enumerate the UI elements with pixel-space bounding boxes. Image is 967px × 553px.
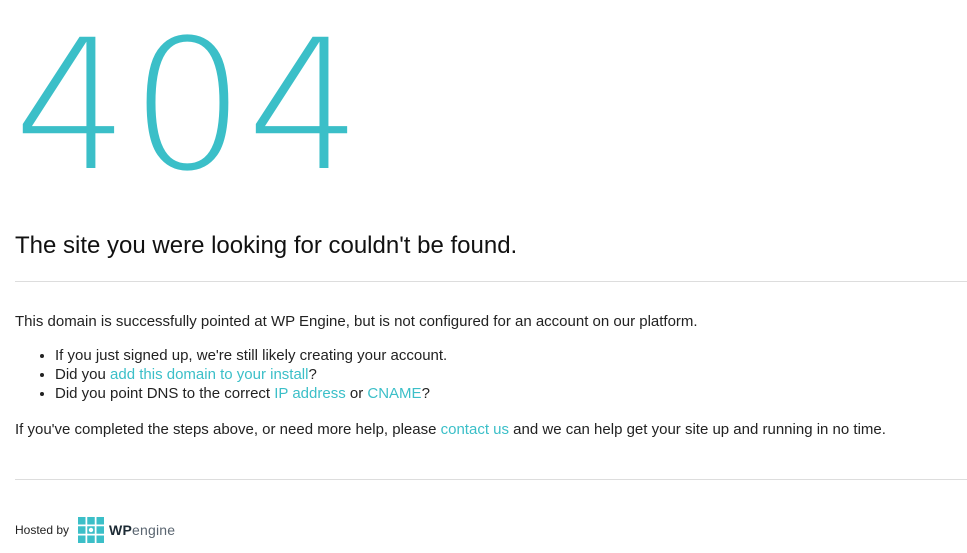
list-item: Did you add this domain to your install? xyxy=(55,365,447,384)
intro-text: This domain is successfully pointed at W… xyxy=(15,313,698,330)
list-item-text: ? xyxy=(421,385,430,402)
wpengine-grid-icon xyxy=(78,517,105,543)
troubleshooting-list: If you just signed up, we're still likel… xyxy=(15,346,447,403)
outro-text-before: If you've completed the steps above, or … xyxy=(15,421,441,438)
list-item-text: Did you point DNS to the correct xyxy=(55,385,275,402)
list-item-text: Did you xyxy=(55,366,111,383)
cname-link[interactable]: CNAME xyxy=(367,385,421,402)
contact-us-link[interactable]: contact us xyxy=(441,421,509,438)
ip-address-link[interactable]: IP address xyxy=(274,385,345,402)
wpengine-wordmark: WPengine xyxy=(109,522,175,538)
list-item: If you just signed up, we're still likel… xyxy=(55,346,447,365)
error-headline: The site you were looking for couldn't b… xyxy=(15,232,518,259)
add-domain-link[interactable]: add this domain to your install xyxy=(110,366,308,383)
list-item-text: If you just signed up, we're still likel… xyxy=(55,347,448,364)
list-item-text: or xyxy=(345,385,368,402)
outro-text-after: and we can help get your site up and run… xyxy=(509,421,886,438)
divider-top xyxy=(15,281,967,282)
outro-text: If you've completed the steps above, or … xyxy=(15,420,886,439)
divider-bottom xyxy=(15,479,967,480)
hosted-by-label: Hosted by xyxy=(15,523,70,537)
error-page: 404 The site you were looking for couldn… xyxy=(0,0,967,553)
error-code: 404 xyxy=(14,2,364,211)
footer: Hosted by WPengine xyxy=(15,516,175,544)
wpengine-wordmark-light: engine xyxy=(131,522,176,538)
wpengine-logo[interactable]: WPengine xyxy=(78,517,175,543)
list-item: Did you point DNS to the correct IP addr… xyxy=(55,384,447,403)
wpengine-wordmark-bold: WP xyxy=(109,522,132,538)
list-item-text: ? xyxy=(308,366,317,383)
